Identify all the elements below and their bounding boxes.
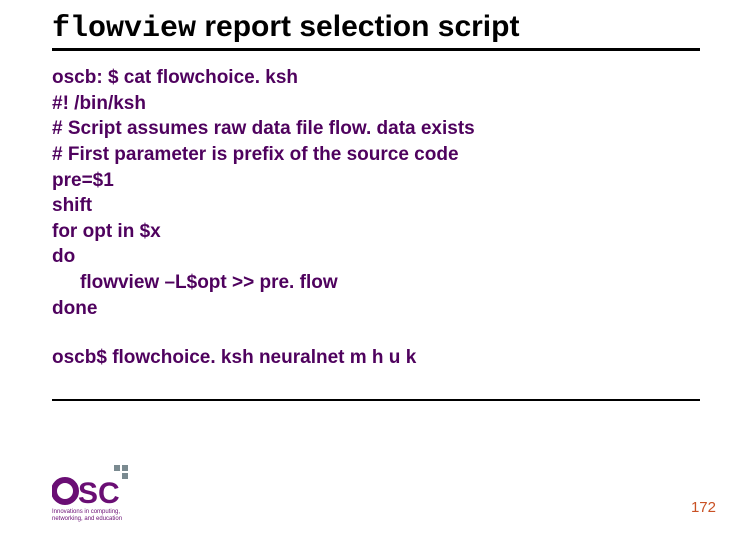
- slide: flowview report selection script oscb: $…: [0, 0, 756, 540]
- osc-logo-icon: S C Innovations in computing, networking…: [52, 465, 162, 525]
- code-line: # First parameter is prefix of the sourc…: [52, 142, 704, 168]
- code-line: # Script assumes raw data file flow. dat…: [52, 116, 704, 142]
- code-line: shift: [52, 193, 704, 219]
- slide-title: flowview report selection script: [52, 5, 704, 46]
- code-line: oscb$ flowchoice. ksh neuralnet m h u k: [52, 345, 704, 371]
- svg-text:Innovations in computing,: Innovations in computing,: [52, 509, 120, 515]
- code-line: do: [52, 244, 704, 270]
- page-number: 172: [691, 499, 716, 516]
- code-line: done: [52, 296, 704, 322]
- svg-text:C: C: [98, 477, 120, 510]
- blank-line: [52, 321, 704, 345]
- title-rest: report selection script: [196, 10, 519, 43]
- svg-text:S: S: [78, 477, 98, 510]
- code-block: oscb: $ cat flowchoice. ksh #! /bin/ksh …: [52, 65, 704, 371]
- title-underline: [52, 48, 700, 51]
- svg-text:networking, and education: networking, and education: [52, 516, 122, 522]
- bottom-rule: [52, 399, 700, 401]
- code-line: pre=$1: [52, 168, 704, 194]
- title-mono: flowview: [52, 12, 196, 46]
- code-line: #! /bin/ksh: [52, 91, 704, 117]
- code-line: oscb: $ cat flowchoice. ksh: [52, 65, 704, 91]
- code-line: for opt in $x: [52, 219, 704, 245]
- code-line: flowview –L$opt >> pre. flow: [52, 270, 704, 296]
- osc-logo: S C Innovations in computing, networking…: [52, 465, 162, 530]
